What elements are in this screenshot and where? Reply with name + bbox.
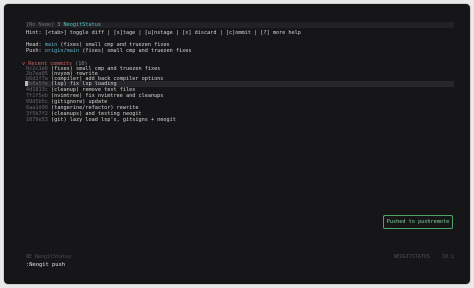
push-line: Push: origin/main (fixes) small cmp and … xyxy=(26,48,192,54)
tab-neogit-status[interactable]: NeogitStatus xyxy=(63,22,100,28)
statusline-filename: NE NeogitStatus xyxy=(26,254,72,260)
statusline-mode: NEOGITSTATUS xyxy=(393,254,430,260)
tab-number: 3 xyxy=(57,22,61,28)
push-remote[interactable]: origin/main xyxy=(45,48,79,54)
push-message: (fixes) small cmp and truezen fixes xyxy=(82,48,192,54)
push-notification: Pushed to pushremote xyxy=(383,215,453,229)
command-line[interactable]: :Neogit push xyxy=(26,262,65,268)
push-label: Push: xyxy=(26,48,42,54)
chevron-down-icon: v xyxy=(22,61,26,67)
statusline-position: 10:1 xyxy=(441,254,454,260)
hint-line: Hint: [<tab>] toggle diff | [s]tage | [u… xyxy=(26,30,301,36)
terminal-window: [No Name] 3 NeogitStatus Hint: [<tab>] t… xyxy=(4,4,470,284)
tabline-content: [No Name] 3 NeogitStatus xyxy=(26,22,101,28)
commit-hash: 1079e53 xyxy=(26,117,48,123)
statusline-right: NEOGITSTATUS 10:1 xyxy=(394,254,454,260)
tab-no-name[interactable]: [No Name] xyxy=(26,22,54,28)
commit-row[interactable]: 1079e53 (git) lazy load lsp's, gitsigns … xyxy=(26,117,176,123)
statusline: NE NeogitStatus NEOGITSTATUS 10:1 xyxy=(26,254,454,260)
commit-message: (git) lazy load lsp's, gitsigns + neogit xyxy=(51,117,176,123)
